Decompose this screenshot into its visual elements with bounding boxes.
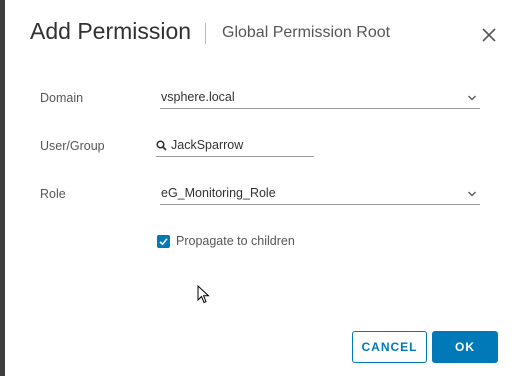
user-group-value: JackSparrow	[171, 138, 244, 152]
search-icon	[156, 140, 167, 151]
user-group-label: User/Group	[40, 139, 105, 153]
checkmark-icon	[159, 238, 168, 246]
role-select[interactable]: eG_Monitoring_Role	[160, 185, 480, 205]
propagate-label[interactable]: Propagate to children	[176, 234, 295, 248]
chevron-down-icon	[468, 191, 476, 197]
close-icon	[482, 28, 496, 42]
domain-label: Domain	[40, 91, 84, 105]
dialog-subtitle: Global Permission Root	[222, 24, 391, 41]
role-value: eG_Monitoring_Role	[161, 186, 276, 200]
role-label: Role	[40, 187, 66, 201]
close-button[interactable]	[478, 24, 500, 46]
mouse-pointer-icon	[197, 285, 210, 304]
cancel-button[interactable]: CANCEL	[352, 331, 427, 363]
title-divider	[205, 23, 206, 44]
dialog-title: Add Permission	[30, 18, 192, 44]
domain-value: vsphere.local	[161, 90, 235, 104]
chevron-down-icon	[468, 95, 476, 101]
domain-select[interactable]: vsphere.local	[160, 89, 480, 109]
ok-button[interactable]: OK	[432, 331, 498, 363]
add-permission-dialog: Add Permission Global Permission Root Do…	[5, 0, 519, 376]
propagate-checkbox[interactable]	[157, 235, 170, 248]
user-group-input[interactable]: JackSparrow	[156, 137, 314, 157]
